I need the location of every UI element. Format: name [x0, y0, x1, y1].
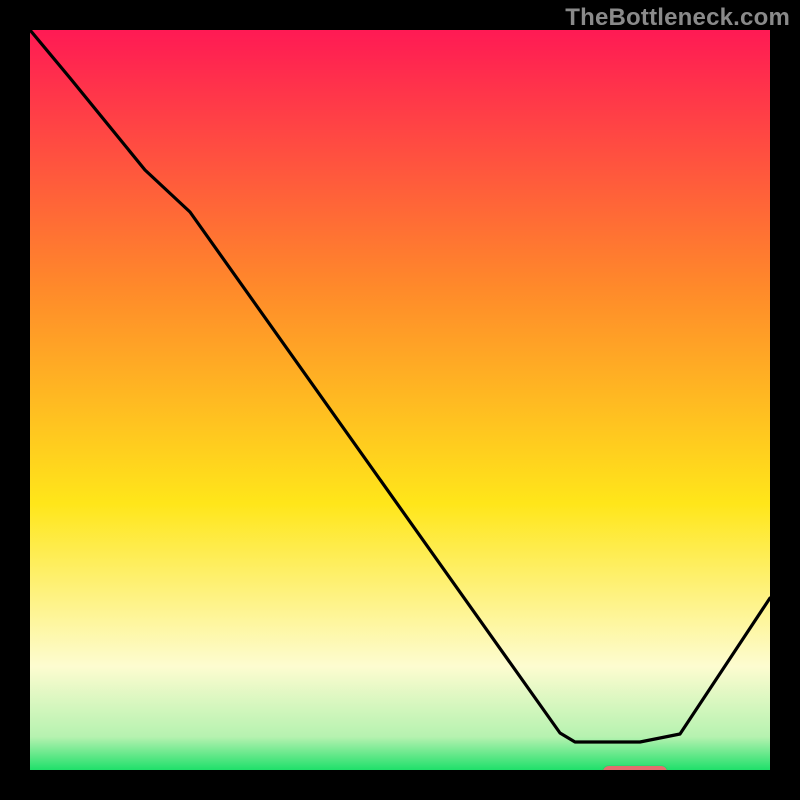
optimal-range-marker — [603, 766, 667, 770]
chart-frame: TheBottleneck.com — [0, 0, 800, 800]
background-gradient — [30, 30, 770, 770]
watermark-text: TheBottleneck.com — [565, 4, 790, 32]
plot-area — [30, 30, 770, 770]
